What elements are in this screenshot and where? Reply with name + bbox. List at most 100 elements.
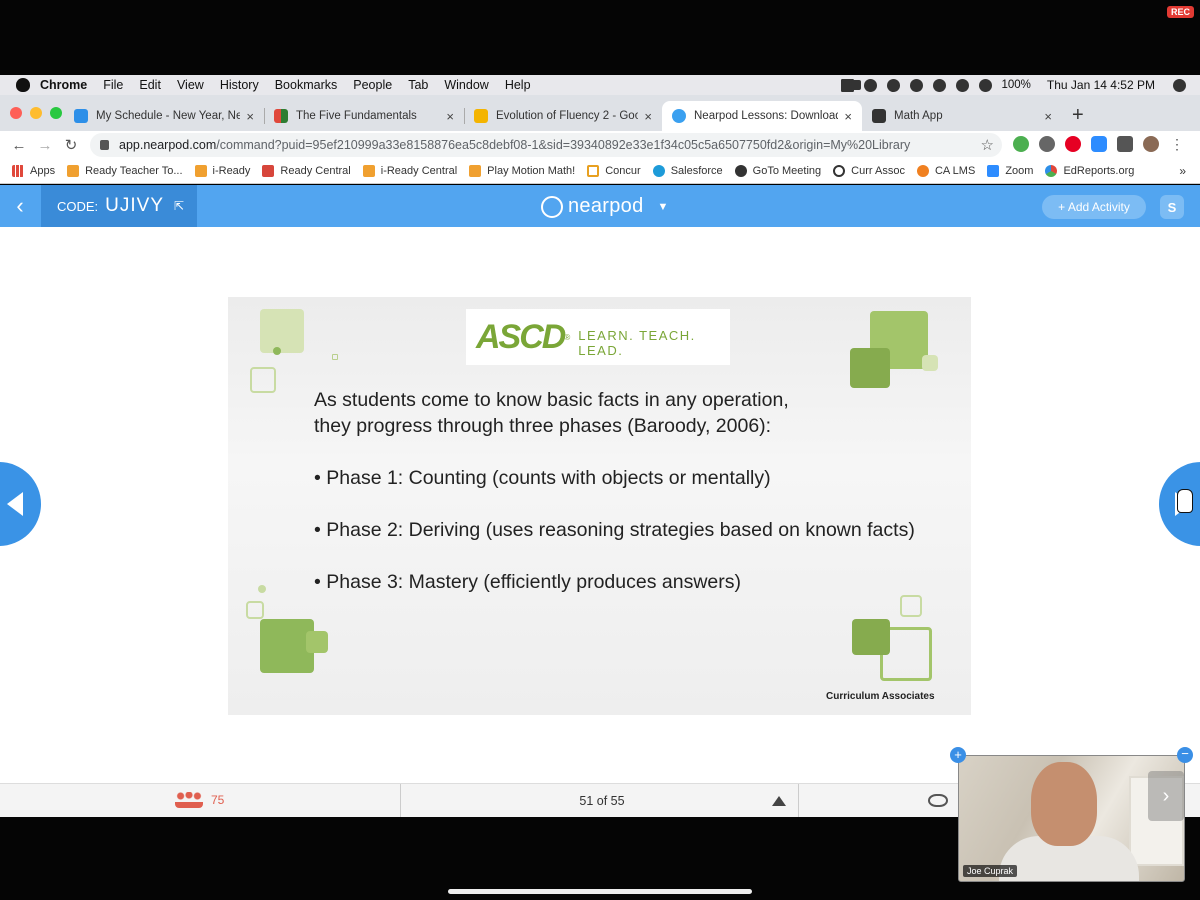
tab-favicon	[274, 109, 288, 123]
zoom-window-icon[interactable]	[50, 107, 62, 119]
session-code-box[interactable]: CODE: UJIVY ⇱	[41, 185, 197, 227]
extension-icon[interactable]	[1013, 136, 1029, 152]
video-minimize-icon[interactable]: −	[1177, 747, 1193, 763]
tab-favicon	[872, 109, 886, 123]
extensions: ⋮	[1013, 136, 1185, 152]
arrow-left-icon	[7, 492, 23, 516]
play-icon[interactable]	[863, 78, 877, 92]
slide-intro-line: they progress through three phases (Baro…	[314, 415, 772, 437]
bookmark-salesforce[interactable]: Salesforce	[652, 165, 723, 177]
menu-window[interactable]: Window	[444, 78, 488, 92]
bookmark-i-ready[interactable]: i-Ready	[194, 165, 250, 177]
extension-icon[interactable]	[1039, 136, 1055, 152]
bookmark-concur[interactable]: Concur	[587, 165, 641, 177]
menu-tab[interactable]: Tab	[408, 78, 428, 92]
clock[interactable]: Thu Jan 14 4:52 PM	[1047, 78, 1155, 92]
hand-cursor-icon	[1177, 489, 1193, 513]
reload-icon[interactable]: ↻	[58, 136, 84, 154]
bookmark-i-ready-central[interactable]: i-Ready Central	[362, 165, 457, 177]
decor-square	[306, 631, 328, 653]
bookmark-apps[interactable]: Apps	[12, 165, 55, 177]
phase-bullet: • Phase 3: Mastery (efficiently produces…	[314, 571, 741, 593]
tab-close-icon[interactable]: ×	[844, 109, 852, 124]
top-letterbox: REC	[0, 0, 1200, 75]
nearpod-logo[interactable]: nearpod ▼	[541, 195, 668, 218]
video-next-icon[interactable]: ›	[1148, 771, 1184, 821]
new-tab-button[interactable]: +	[1072, 104, 1084, 127]
slide-footer-brand: Curriculum Associates	[826, 691, 935, 702]
nearpod-badge[interactable]: S	[1160, 195, 1184, 219]
menu-file[interactable]: File	[103, 78, 123, 92]
menu-edit[interactable]: Edit	[139, 78, 161, 92]
tab-math-app[interactable]: Math App ×	[862, 101, 1062, 131]
bookmark-play-motion-math[interactable]: Play Motion Math!	[469, 165, 575, 177]
tab-favicon	[672, 109, 686, 123]
tab-evolution-of-fluency[interactable]: Evolution of Fluency 2 - Google ×	[464, 101, 662, 131]
menu-bookmarks[interactable]: Bookmarks	[275, 78, 338, 92]
bookmarks-overflow-icon[interactable]: »	[1179, 164, 1186, 178]
tab-title: Evolution of Fluency 2 - Google	[496, 110, 639, 122]
add-activity-button[interactable]: + Add Activity	[1042, 195, 1146, 219]
back-icon[interactable]: ←	[6, 137, 32, 154]
bookmark-curr-assoc[interactable]: Curr Assoc	[833, 165, 905, 177]
url-host: app.nearpod.com	[119, 138, 217, 152]
chevron-down-icon[interactable]: ▼	[658, 201, 669, 213]
decor-square	[332, 354, 338, 360]
video-person-head	[1031, 762, 1097, 846]
previous-slide-button[interactable]	[0, 462, 41, 546]
code-label: CODE:	[57, 198, 99, 214]
tab-title: Math App	[894, 110, 943, 122]
address-bar[interactable]: app.nearpod.com/command?puid=95ef210999a…	[90, 133, 1002, 157]
close-window-icon[interactable]	[10, 107, 22, 119]
goto-icon	[734, 165, 747, 177]
decor-square	[273, 347, 281, 355]
bookmark-ready-teacher[interactable]: Ready Teacher To...	[67, 165, 183, 177]
tab-close-icon[interactable]: ×	[644, 109, 652, 124]
edreports-icon	[1045, 165, 1058, 177]
chrome-menu-icon[interactable]: ⋮	[1169, 136, 1185, 152]
slide-drawer-up-icon[interactable]	[772, 796, 786, 806]
block-icon[interactable]	[909, 78, 923, 92]
tab-nearpod-lessons[interactable]: Nearpod Lessons: Download re ×	[662, 101, 862, 131]
minimize-window-icon[interactable]	[30, 107, 42, 119]
video-expand-icon[interactable]: +	[950, 747, 966, 763]
bookmark-star-icon[interactable]: ☆	[981, 136, 994, 154]
lock-icon[interactable]	[100, 140, 109, 150]
compass-icon[interactable]	[886, 78, 900, 92]
tab-close-icon[interactable]: ×	[446, 109, 454, 124]
bookmark-label: Ready Central	[280, 165, 351, 177]
bookmark-zoom[interactable]: Zoom	[987, 165, 1033, 177]
tab-five-fundamentals[interactable]: The Five Fundamentals ×	[264, 101, 464, 131]
spotlight-search-icon[interactable]	[1173, 78, 1186, 92]
students-joined[interactable]: 75	[175, 792, 224, 808]
eye-icon[interactable]	[928, 794, 948, 807]
bluetooth-icon[interactable]	[932, 78, 946, 92]
menu-help[interactable]: Help	[505, 78, 531, 92]
apple-icon[interactable]	[16, 78, 30, 92]
zoom-extension-icon[interactable]	[1091, 136, 1107, 152]
menu-view[interactable]: View	[177, 78, 204, 92]
bookmark-ca-lms[interactable]: CA LMS	[916, 165, 975, 177]
volume-icon[interactable]	[978, 78, 992, 92]
slide-stage: ASCD ® LEARN. TEACH. LEAD. As students c…	[0, 227, 1200, 783]
bookmark-edreports[interactable]: EdReports.org	[1045, 165, 1134, 177]
address-row: ← → ↻ app.nearpod.com/command?puid=95ef2…	[0, 131, 1200, 159]
forward-icon[interactable]: →	[32, 137, 58, 154]
cube-icon	[194, 165, 207, 177]
bookmark-ready-central[interactable]: Ready Central	[262, 165, 351, 177]
share-icon[interactable]: ⇱	[174, 199, 184, 213]
menu-app-name[interactable]: Chrome	[40, 78, 87, 92]
pinterest-icon[interactable]	[1065, 136, 1081, 152]
tab-my-schedule[interactable]: My Schedule - New Year, New ×	[64, 101, 264, 131]
notification-center-icon[interactable]	[840, 78, 854, 92]
cube-icon	[469, 165, 482, 177]
menu-history[interactable]: History	[220, 78, 259, 92]
wifi-icon[interactable]	[955, 78, 969, 92]
nearpod-back-icon[interactable]: ‹	[8, 193, 32, 219]
profile-avatar[interactable]	[1143, 136, 1159, 152]
bookmark-goto-meeting[interactable]: GoTo Meeting	[734, 165, 821, 177]
tab-close-icon[interactable]: ×	[1044, 109, 1052, 124]
tab-close-icon[interactable]: ×	[246, 109, 254, 124]
menu-people[interactable]: People	[353, 78, 392, 92]
puzzle-icon[interactable]	[1117, 136, 1133, 152]
